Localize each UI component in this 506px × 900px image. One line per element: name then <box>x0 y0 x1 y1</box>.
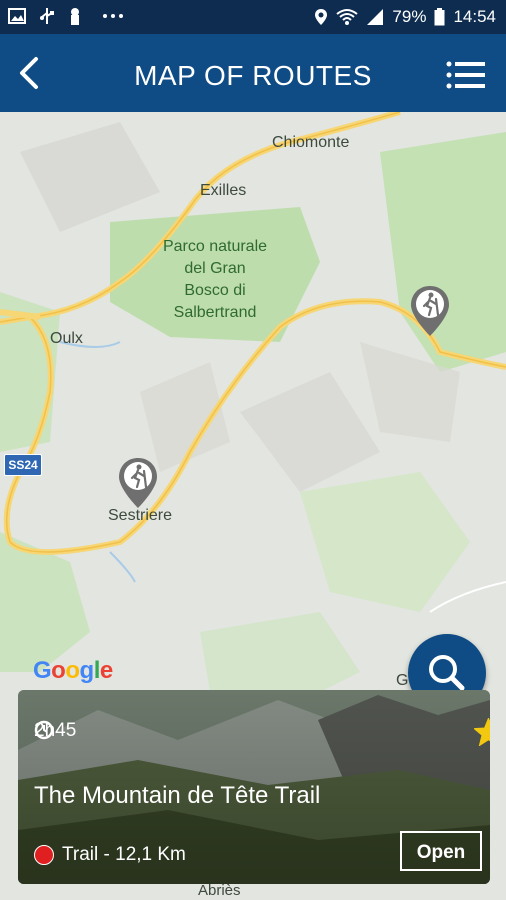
location-icon <box>315 9 328 25</box>
difficulty-dot-icon <box>34 845 54 865</box>
map-label-park: Parco naturale del Gran Bosco di Salbert… <box>150 236 280 324</box>
menu-list-icon[interactable] <box>446 60 486 90</box>
image-icon <box>8 8 26 24</box>
park-label-line4: Salbertrand <box>173 304 257 321</box>
route-info: Trail - 12,1 Km <box>34 844 186 866</box>
battery-level: 79% <box>392 7 427 26</box>
wifi-icon <box>336 9 359 25</box>
google-attribution: Google <box>33 657 113 684</box>
status-bar: 79% 14:54 <box>0 0 506 34</box>
lock-icon <box>71 8 79 25</box>
app-bar: MAP OF ROUTES <box>0 34 506 112</box>
usb-icon <box>40 8 54 24</box>
clock-icon <box>34 720 54 740</box>
map-label-edge: G <box>396 672 409 689</box>
route-name: The Mountain de Tête Trail <box>34 782 321 809</box>
route-info-text: Trail - 12,1 Km <box>62 844 186 865</box>
park-label-line1: Parco naturale <box>162 238 268 255</box>
map-label-abries: Abriès <box>198 882 241 899</box>
page-title: MAP OF ROUTES <box>134 60 372 91</box>
map-label-exilles: Exilles <box>200 182 247 199</box>
route-card[interactable]: 2h45 The Mountain de Tête Trail Trail - … <box>18 690 490 884</box>
more-icon <box>103 14 123 18</box>
route-duration: 2h45 <box>34 720 76 742</box>
park-label-line2: del Gran <box>184 260 246 277</box>
hiking-pin-icon[interactable] <box>409 284 451 338</box>
hiking-pin-icon[interactable] <box>117 456 159 510</box>
park-label-line3: Bosco di <box>184 282 246 299</box>
map-label-oulx: Oulx <box>50 330 83 347</box>
star-empty-icon <box>474 718 490 746</box>
clock: 14:54 <box>453 7 496 26</box>
battery-icon <box>434 8 445 26</box>
map-view[interactable]: Chiomonte Exilles Parco naturale del Gra… <box>0 112 506 900</box>
map-label-chiomonte: Chiomonte <box>272 134 350 151</box>
open-button[interactable]: Open <box>400 831 482 871</box>
signal-icon <box>367 9 384 25</box>
road-shield: SS24 <box>4 454 42 476</box>
